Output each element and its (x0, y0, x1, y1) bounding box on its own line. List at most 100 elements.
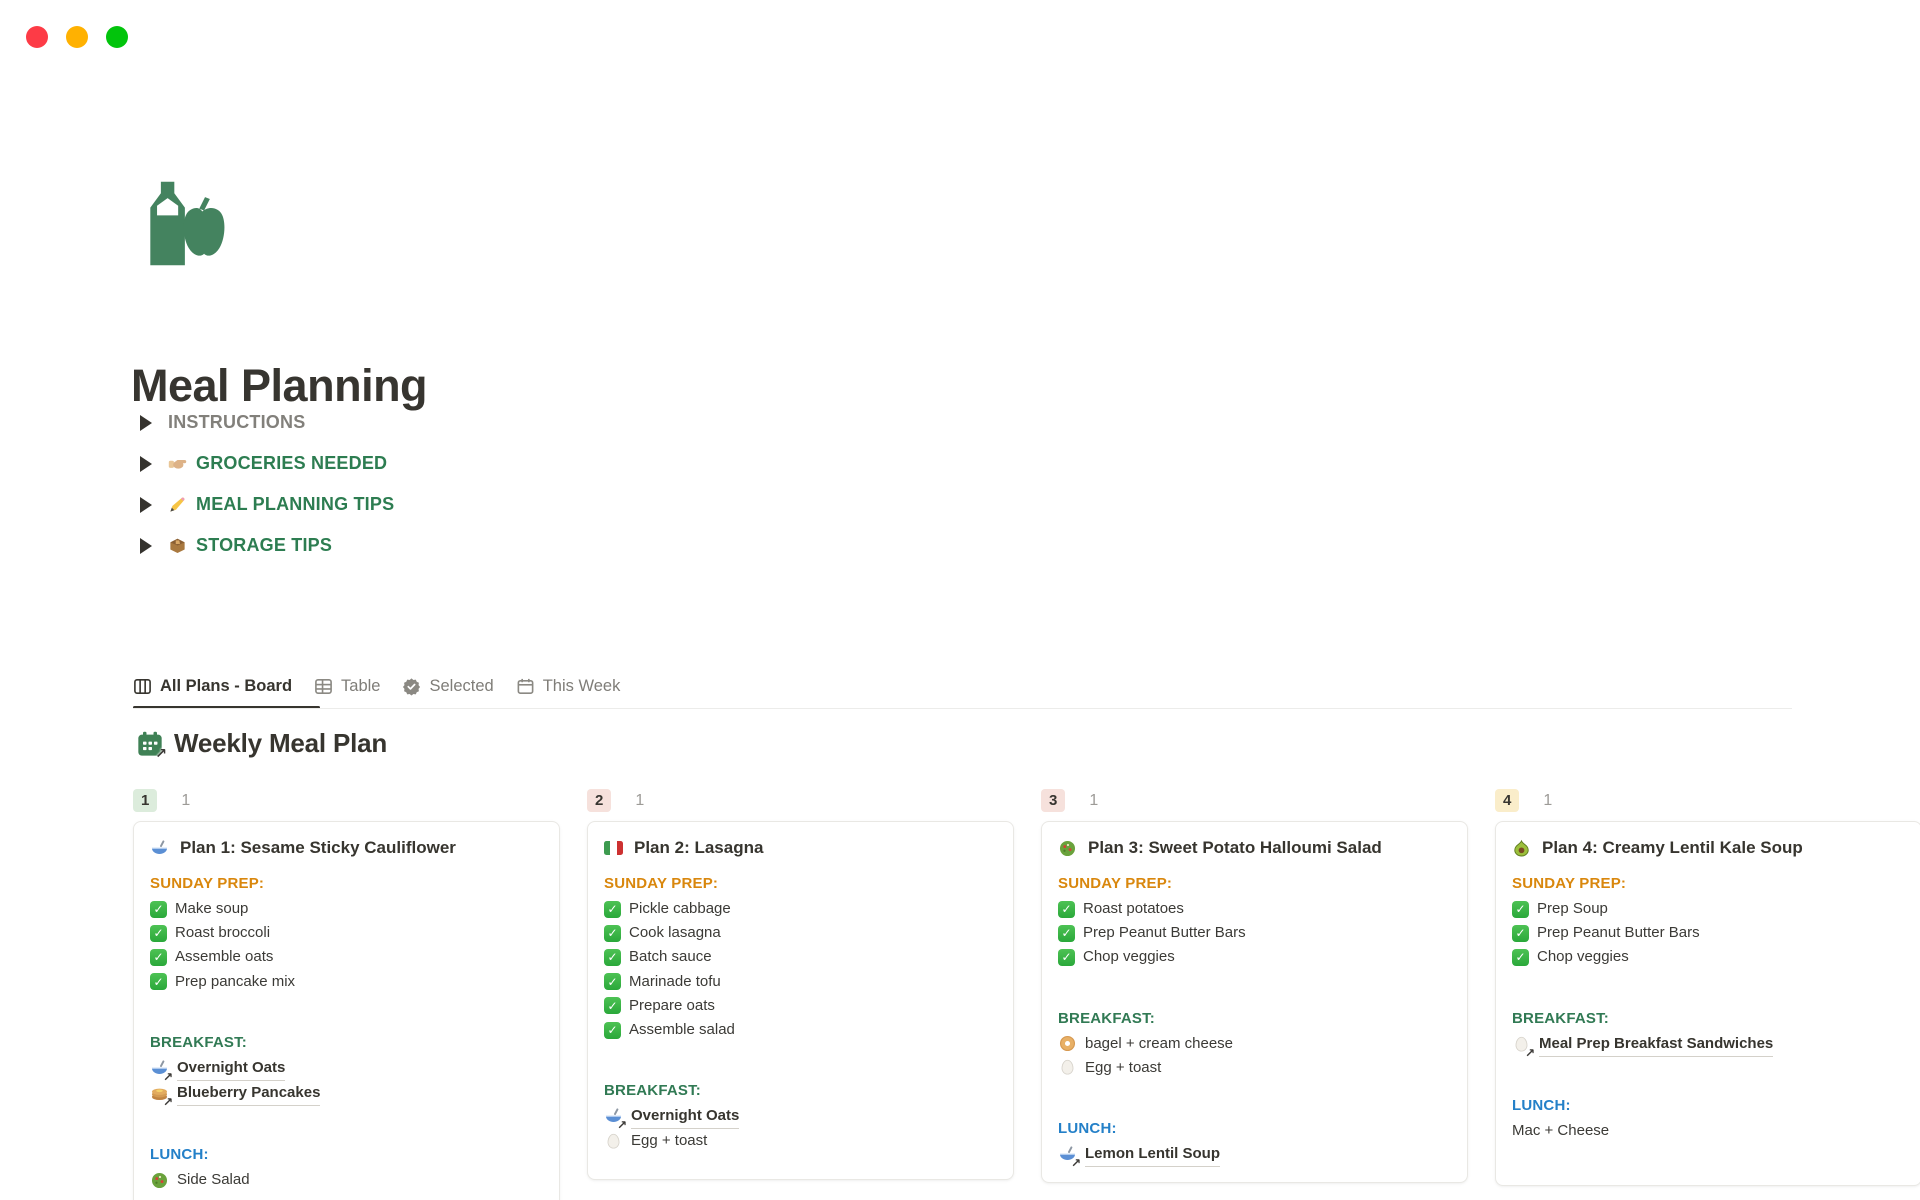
linked-view-heading[interactable]: ↗ Weekly Meal Plan (136, 728, 387, 759)
item-text: Marinade tofu (629, 970, 721, 994)
selected-badge-icon (402, 677, 421, 696)
checked-checkbox-icon[interactable]: ✓ (1058, 925, 1075, 942)
toggle-instructions[interactable]: INSTRUCTIONS (133, 402, 394, 443)
checked-checkbox-icon[interactable]: ✓ (150, 925, 167, 942)
item-text: Roast potatoes (1083, 897, 1184, 921)
item-text: Prep Peanut Butter Bars (1083, 921, 1246, 945)
checked-checkbox-icon[interactable]: ✓ (604, 925, 621, 942)
salad-icon (150, 1171, 169, 1190)
link-text[interactable]: Blueberry Pancakes (177, 1081, 320, 1106)
link-text[interactable]: Overnight Oats (631, 1104, 739, 1129)
tab-this-week[interactable]: This Week (516, 677, 621, 696)
item-text: Chop veggies (1083, 945, 1175, 969)
item-text: Assemble salad (629, 1018, 735, 1042)
card-item-bagel-cream-cheese: bagel + cream cheese (1058, 1032, 1451, 1056)
avocado-icon (1512, 839, 1531, 858)
toggle-triangle-icon[interactable] (140, 456, 152, 472)
link-text[interactable]: Meal Prep Breakfast Sandwiches (1539, 1032, 1773, 1057)
checked-checkbox-icon[interactable]: ✓ (1058, 949, 1075, 966)
card-item-mac-cheese: Mac + Cheese (1512, 1119, 1905, 1143)
item-text: Roast broccoli (175, 921, 270, 945)
card-item-pickle-cabbage: ✓Pickle cabbage (604, 897, 997, 921)
column-header: 21 (587, 789, 1014, 812)
bagel-icon (1058, 1034, 1077, 1053)
checked-checkbox-icon[interactable]: ✓ (604, 1022, 621, 1039)
toggle-storage-tips[interactable]: STORAGE TIPS (133, 525, 394, 566)
table-icon (314, 677, 333, 696)
tab-all-plans-board[interactable]: All Plans - Board (133, 677, 292, 696)
checked-checkbox-icon[interactable]: ✓ (1058, 901, 1075, 918)
minimize-window-button[interactable] (66, 26, 88, 48)
card-plan-3-sweet-potato-halloumi-salad[interactable]: Plan 3: Sweet Potato Halloumi SaladSUNDA… (1041, 821, 1468, 1183)
item-text: Assemble oats (175, 945, 273, 969)
checked-checkbox-icon[interactable]: ✓ (1512, 949, 1529, 966)
item-text: Batch sauce (629, 945, 712, 969)
card-plan-1-sesame-sticky-cauliflower[interactable]: Plan 1: Sesame Sticky CauliflowerSUNDAY … (133, 821, 560, 1200)
card-section-sunday-prep: SUNDAY PREP:✓Roast potatoes✓Prep Peanut … (1058, 871, 1451, 970)
section-header: BREAKFAST: (1058, 1006, 1451, 1032)
page-link-meal-prep-breakfast-sandwiches[interactable]: ↗Meal Prep Breakfast Sandwiches (1512, 1032, 1905, 1057)
page-link-lemon-lentil-soup[interactable]: ↗Lemon Lentil Soup (1058, 1142, 1451, 1167)
tab-table[interactable]: Table (314, 677, 380, 696)
card-item-batch-sauce: ✓ Batch sauce (604, 945, 997, 969)
page-link-blueberry-pancakes[interactable]: ↗ Blueberry Pancakes (150, 1081, 543, 1106)
section-header: LUNCH: (1058, 1116, 1451, 1142)
checked-checkbox-icon[interactable]: ✓ (1512, 925, 1529, 942)
column-badge[interactable]: 1 (133, 789, 157, 812)
egg-icon (604, 1132, 623, 1151)
page-icon-grocery[interactable] (134, 176, 230, 272)
tab-selected[interactable]: Selected (402, 677, 493, 696)
toggle-list: INSTRUCTIONSGROCERIES NEEDED MEAL PLANNIN… (133, 402, 394, 566)
column-badge[interactable]: 2 (587, 789, 611, 812)
section-header: DINNER: (1512, 1179, 1905, 1186)
page-link-overnight-oats[interactable]: ↗ Overnight Oats (604, 1104, 997, 1129)
meal-planning-page: Meal Planning INSTRUCTIONSGROCERIES NEED… (0, 0, 1920, 1200)
toggle-label: MEAL PLANNING TIPS (196, 494, 394, 515)
link-arrow-icon: ↗ (163, 1096, 173, 1108)
card-item-prep-soup: ✓ Prep Soup (1512, 897, 1905, 921)
item-text: bagel + cream cheese (1085, 1032, 1233, 1056)
soup-bowl-icon (150, 839, 169, 858)
column-badge[interactable]: 4 (1495, 789, 1519, 812)
item-text: Prepare oats (629, 994, 715, 1018)
soup-bowl-icon: ↗ (604, 1107, 623, 1126)
checked-checkbox-icon[interactable]: ✓ (150, 973, 167, 990)
view-tabs: All Plans - Board Table Selected This Week (133, 670, 620, 702)
toggle-triangle-icon[interactable] (140, 538, 152, 554)
toggle-triangle-icon[interactable] (140, 497, 152, 513)
checked-checkbox-icon[interactable]: ✓ (604, 901, 621, 918)
card-section-lunch: LUNCH:Side Salad (150, 1142, 543, 1192)
card-section-breakfast: BREAKFAST:↗Meal Prep Breakfast Sandwiche… (1512, 1006, 1905, 1057)
section-header: SUNDAY PREP: (604, 871, 997, 897)
item-text: Make soup (175, 897, 248, 921)
link-text[interactable]: Lemon Lentil Soup (1085, 1142, 1220, 1167)
toggle-triangle-icon[interactable] (140, 415, 152, 431)
zoom-window-button[interactable] (106, 26, 128, 48)
tab-label: Selected (429, 677, 493, 696)
card-item-egg-toast: Egg + toast (1058, 1056, 1451, 1080)
card-title-row: Plan 4: Creamy Lentil Kale Soup (1512, 834, 1905, 858)
card-title-row: Plan 1: Sesame Sticky Cauliflower (150, 834, 543, 858)
item-text: Prep Soup (1537, 897, 1608, 921)
checked-checkbox-icon[interactable]: ✓ (604, 973, 621, 990)
card-item-chop-veggies: ✓ Chop veggies (1058, 945, 1451, 969)
link-text[interactable]: Overnight Oats (177, 1056, 285, 1081)
card-plan-2-lasagna[interactable]: Plan 2: Lasagna SUNDAY PREP:✓Pickle cabba… (587, 821, 1014, 1180)
toggle-meal-planning-tips[interactable]: MEAL PLANNING TIPS (133, 484, 394, 525)
checked-checkbox-icon[interactable]: ✓ (1512, 901, 1529, 918)
link-arrow-icon: ↗ (163, 1071, 173, 1083)
card-title-row: Plan 3: Sweet Potato Halloumi Salad (1058, 834, 1451, 858)
checked-checkbox-icon[interactable]: ✓ (604, 997, 621, 1014)
card-title: Plan 4: Creamy Lentil Kale Soup (1542, 838, 1803, 858)
checked-checkbox-icon[interactable]: ✓ (150, 949, 167, 966)
toggle-groceries-needed[interactable]: GROCERIES NEEDED (133, 443, 394, 484)
checked-checkbox-icon[interactable]: ✓ (604, 949, 621, 966)
card-title-row: Plan 2: Lasagna (604, 834, 997, 858)
close-window-button[interactable] (26, 26, 48, 48)
page-link-overnight-oats[interactable]: ↗ Overnight Oats (150, 1056, 543, 1081)
salad-icon (1058, 839, 1077, 858)
card-plan-4-creamy-lentil-kale-soup[interactable]: Plan 4: Creamy Lentil Kale SoupSUNDAY PR… (1495, 821, 1920, 1186)
board-title: Weekly Meal Plan (174, 728, 387, 759)
column-badge[interactable]: 3 (1041, 789, 1065, 812)
checked-checkbox-icon[interactable]: ✓ (150, 901, 167, 918)
